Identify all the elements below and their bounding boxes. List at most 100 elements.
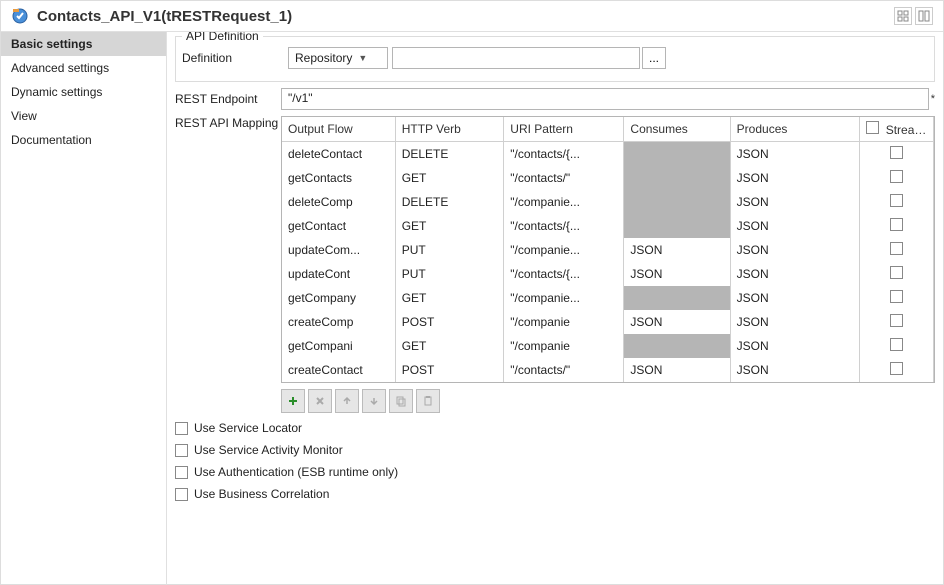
col-streaming[interactable]: Streami <box>860 117 934 142</box>
sidebar-item-dynamic-settings[interactable]: Dynamic settings <box>1 80 166 104</box>
col-consumes[interactable]: Consumes <box>624 117 730 142</box>
move-up-button[interactable] <box>335 389 359 413</box>
cell-uri[interactable]: "/companie <box>504 334 624 358</box>
cell-uri[interactable]: "/companie <box>504 310 624 334</box>
cell-streaming[interactable] <box>860 334 934 358</box>
cell-streaming[interactable] <box>860 142 934 167</box>
cell-flow[interactable]: updateCont <box>282 262 395 286</box>
cell-consumes[interactable]: JSON <box>624 310 730 334</box>
view-split-button[interactable] <box>915 7 933 25</box>
cell-consumes[interactable] <box>624 214 730 238</box>
cell-flow[interactable]: getCompani <box>282 334 395 358</box>
cell-consumes[interactable]: JSON <box>624 238 730 262</box>
table-row[interactable]: deleteContactDELETE"/contacts/{... JSON <box>282 142 934 167</box>
definition-select[interactable]: Repository ▼ <box>288 47 388 69</box>
cell-verb[interactable]: GET <box>395 166 504 190</box>
sidebar-item-view[interactable]: View <box>1 104 166 128</box>
cell-streaming[interactable] <box>860 358 934 382</box>
paste-button[interactable] <box>416 389 440 413</box>
cell-flow[interactable]: updateCom... <box>282 238 395 262</box>
stream-checkbox[interactable] <box>890 194 903 207</box>
copy-button[interactable] <box>389 389 413 413</box>
stream-checkbox[interactable] <box>890 314 903 327</box>
view-grid-button[interactable] <box>894 7 912 25</box>
sidebar-item-basic-settings[interactable]: Basic settings <box>1 32 166 56</box>
use-service-activity-monitor-checkbox[interactable] <box>175 444 188 457</box>
cell-uri[interactable]: "/companie... <box>504 238 624 262</box>
stream-checkbox[interactable] <box>890 218 903 231</box>
cell-uri[interactable]: "/contacts/{... <box>504 142 624 167</box>
cell-produces[interactable]: JSON <box>730 238 859 262</box>
table-row[interactable]: createCompPOST"/companieJSONJSON <box>282 310 934 334</box>
rest-endpoint-field[interactable]: "/v1" <box>281 88 929 110</box>
cell-verb[interactable]: GET <box>395 214 504 238</box>
cell-produces[interactable]: JSON <box>730 214 859 238</box>
cell-verb[interactable]: PUT <box>395 238 504 262</box>
cell-produces[interactable]: JSON <box>730 286 859 310</box>
table-row[interactable]: getCompaniGET"/companie JSON <box>282 334 934 358</box>
cell-verb[interactable]: DELETE <box>395 190 504 214</box>
sidebar-item-advanced-settings[interactable]: Advanced settings <box>1 56 166 80</box>
cell-verb[interactable]: PUT <box>395 262 504 286</box>
cell-produces[interactable]: JSON <box>730 310 859 334</box>
cell-uri[interactable]: "/contacts/{... <box>504 262 624 286</box>
cell-uri[interactable]: "/contacts/{... <box>504 214 624 238</box>
cell-flow[interactable]: getContacts <box>282 166 395 190</box>
cell-verb[interactable]: GET <box>395 286 504 310</box>
cell-streaming[interactable] <box>860 190 934 214</box>
stream-checkbox[interactable] <box>890 242 903 255</box>
table-row[interactable]: createContactPOST"/contacts/"JSONJSON <box>282 358 934 382</box>
cell-produces[interactable]: JSON <box>730 190 859 214</box>
cell-uri[interactable]: "/companie... <box>504 286 624 310</box>
cell-flow[interactable]: deleteComp <box>282 190 395 214</box>
table-row[interactable]: updateCom...PUT"/companie...JSONJSON <box>282 238 934 262</box>
cell-streaming[interactable] <box>860 214 934 238</box>
stream-checkbox[interactable] <box>890 290 903 303</box>
cell-verb[interactable]: DELETE <box>395 142 504 167</box>
table-row[interactable]: getContactGET"/contacts/{... JSON <box>282 214 934 238</box>
cell-streaming[interactable] <box>860 238 934 262</box>
stream-checkbox[interactable] <box>890 146 903 159</box>
use-business-correlation-checkbox[interactable] <box>175 488 188 501</box>
table-row[interactable]: updateContPUT"/contacts/{...JSONJSON <box>282 262 934 286</box>
cell-produces[interactable]: JSON <box>730 334 859 358</box>
stream-checkbox[interactable] <box>890 170 903 183</box>
cell-consumes[interactable]: JSON <box>624 262 730 286</box>
cell-streaming[interactable] <box>860 262 934 286</box>
cell-flow[interactable]: deleteContact <box>282 142 395 167</box>
cell-uri[interactable]: "/contacts/" <box>504 166 624 190</box>
stream-checkbox[interactable] <box>890 362 903 375</box>
col-produces[interactable]: Produces <box>730 117 859 142</box>
cell-flow[interactable]: getContact <box>282 214 395 238</box>
cell-streaming[interactable] <box>860 286 934 310</box>
cell-consumes[interactable] <box>624 142 730 167</box>
cell-flow[interactable]: getCompany <box>282 286 395 310</box>
cell-uri[interactable]: "/companie... <box>504 190 624 214</box>
sidebar-item-documentation[interactable]: Documentation <box>1 128 166 152</box>
table-row[interactable]: deleteCompDELETE"/companie... JSON <box>282 190 934 214</box>
table-row[interactable]: getContactsGET"/contacts/" JSON <box>282 166 934 190</box>
add-row-button[interactable] <box>281 389 305 413</box>
cell-produces[interactable]: JSON <box>730 166 859 190</box>
col-output-flow[interactable]: Output Flow <box>282 117 395 142</box>
cell-produces[interactable]: JSON <box>730 142 859 167</box>
cell-uri[interactable]: "/contacts/" <box>504 358 624 382</box>
cell-streaming[interactable] <box>860 310 934 334</box>
use-service-locator-checkbox[interactable] <box>175 422 188 435</box>
stream-checkbox[interactable] <box>890 338 903 351</box>
cell-flow[interactable]: createContact <box>282 358 395 382</box>
col-uri-pattern[interactable]: URI Pattern <box>504 117 624 142</box>
cell-consumes[interactable] <box>624 286 730 310</box>
cell-verb[interactable]: POST <box>395 310 504 334</box>
cell-streaming[interactable] <box>860 166 934 190</box>
cell-verb[interactable]: GET <box>395 334 504 358</box>
cell-consumes[interactable] <box>624 190 730 214</box>
cell-verb[interactable]: POST <box>395 358 504 382</box>
cell-produces[interactable]: JSON <box>730 358 859 382</box>
browse-button[interactable]: ... <box>642 47 666 69</box>
cell-consumes[interactable]: JSON <box>624 358 730 382</box>
cell-flow[interactable]: createComp <box>282 310 395 334</box>
cell-produces[interactable]: JSON <box>730 262 859 286</box>
cell-consumes[interactable] <box>624 166 730 190</box>
delete-row-button[interactable] <box>308 389 332 413</box>
